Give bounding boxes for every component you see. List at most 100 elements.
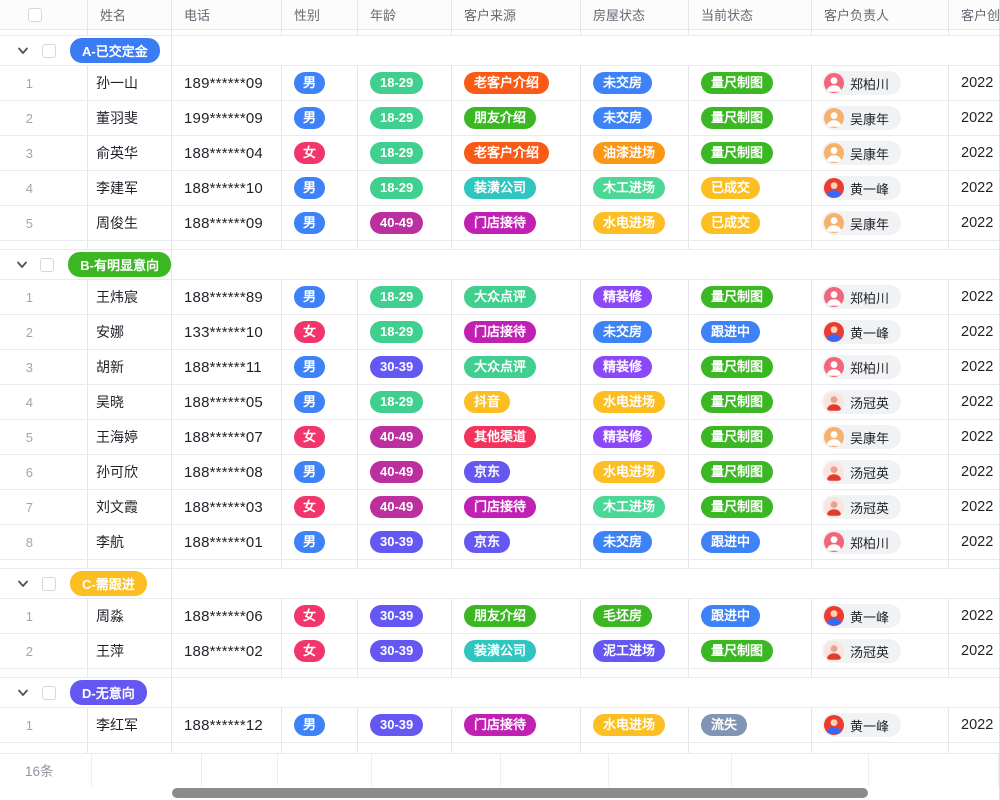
cell-created[interactable]: 2022 — [949, 385, 1000, 419]
cell-current-status[interactable]: 量尺制图 — [689, 634, 812, 668]
cell-name[interactable]: 董羽斐 — [88, 101, 172, 135]
cell-phone[interactable]: 188******12 — [172, 708, 282, 742]
cell-source[interactable]: 装潢公司 — [452, 634, 581, 668]
cell-name[interactable]: 李建军 — [88, 171, 172, 205]
cell-owner[interactable]: 黄一峰 — [812, 171, 949, 205]
cell-gender[interactable]: 男 — [282, 101, 358, 135]
group-checkbox[interactable] — [42, 686, 56, 700]
cell-phone[interactable]: 188******08 — [172, 455, 282, 489]
header-cell-gender[interactable]: 性别 — [282, 0, 358, 29]
cell-gender[interactable]: 女 — [282, 490, 358, 524]
cell-gender[interactable]: 女 — [282, 420, 358, 454]
cell-phone[interactable]: 188******09 — [172, 206, 282, 240]
cell-house-status[interactable]: 泥工进场 — [581, 634, 689, 668]
chevron-down-icon[interactable] — [16, 258, 28, 272]
cell-house-status[interactable]: 水电进场 — [581, 455, 689, 489]
cell-age[interactable]: 40-49 — [358, 206, 452, 240]
cell-source[interactable]: 门店接待 — [452, 708, 581, 742]
cell-owner[interactable]: 黄一峰 — [812, 708, 949, 742]
cell-current-status[interactable]: 量尺制图 — [689, 280, 812, 314]
cell-owner[interactable]: 吴康年 — [812, 101, 949, 135]
cell-gender[interactable]: 女 — [282, 599, 358, 633]
cell-created[interactable]: 2022 — [949, 350, 1000, 384]
cell-created[interactable]: 2022 — [949, 525, 1000, 559]
cell-owner[interactable]: 汤冠英 — [812, 634, 949, 668]
cell-current-status[interactable]: 已成交 — [689, 206, 812, 240]
cell-name[interactable]: 吴晓 — [88, 385, 172, 419]
cell-source[interactable]: 门店接待 — [452, 315, 581, 349]
cell-phone[interactable]: 188******06 — [172, 599, 282, 633]
cell-house-status[interactable]: 木工进场 — [581, 171, 689, 205]
cell-source[interactable]: 装潢公司 — [452, 171, 581, 205]
chevron-down-icon[interactable] — [16, 577, 30, 591]
cell-created[interactable]: 2022 — [949, 136, 1000, 170]
cell-current-status[interactable]: 已成交 — [689, 171, 812, 205]
cell-name[interactable]: 周俊生 — [88, 206, 172, 240]
cell-name[interactable]: 王萍 — [88, 634, 172, 668]
cell-name[interactable]: 胡新 — [88, 350, 172, 384]
header-cell-name[interactable]: 姓名 — [88, 0, 172, 29]
cell-house-status[interactable]: 未交房 — [581, 101, 689, 135]
cell-source[interactable]: 抖音 — [452, 385, 581, 419]
cell-source[interactable]: 其他渠道 — [452, 420, 581, 454]
cell-current-status[interactable]: 跟进中 — [689, 315, 812, 349]
cell-name[interactable]: 李红军 — [88, 708, 172, 742]
cell-age[interactable]: 40-49 — [358, 420, 452, 454]
cell-age[interactable]: 18-29 — [358, 101, 452, 135]
cell-source[interactable]: 大众点评 — [452, 350, 581, 384]
cell-phone[interactable]: 188******03 — [172, 490, 282, 524]
group-checkbox[interactable] — [40, 258, 54, 272]
cell-current-status[interactable]: 跟进中 — [689, 599, 812, 633]
cell-created[interactable]: 2022 — [949, 66, 1000, 100]
cell-current-status[interactable]: 量尺制图 — [689, 490, 812, 524]
cell-phone[interactable]: 133******10 — [172, 315, 282, 349]
cell-created[interactable]: 2022 — [949, 280, 1000, 314]
cell-phone[interactable]: 188******10 — [172, 171, 282, 205]
cell-current-status[interactable]: 量尺制图 — [689, 350, 812, 384]
cell-age[interactable]: 40-49 — [358, 490, 452, 524]
cell-phone[interactable]: 188******05 — [172, 385, 282, 419]
cell-age[interactable]: 18-29 — [358, 385, 452, 419]
cell-created[interactable]: 2022 — [949, 634, 1000, 668]
cell-name[interactable]: 安娜 — [88, 315, 172, 349]
cell-gender[interactable]: 男 — [282, 455, 358, 489]
cell-source[interactable]: 大众点评 — [452, 280, 581, 314]
cell-age[interactable]: 18-29 — [358, 315, 452, 349]
cell-age[interactable]: 30-39 — [358, 350, 452, 384]
cell-age[interactable]: 30-39 — [358, 525, 452, 559]
cell-gender[interactable]: 男 — [282, 350, 358, 384]
cell-house-status[interactable]: 精装修 — [581, 280, 689, 314]
cell-name[interactable]: 王海婷 — [88, 420, 172, 454]
cell-gender[interactable]: 男 — [282, 171, 358, 205]
cell-phone[interactable]: 188******04 — [172, 136, 282, 170]
cell-owner[interactable]: 黄一峰 — [812, 599, 949, 633]
cell-created[interactable]: 2022 — [949, 315, 1000, 349]
cell-source[interactable]: 朋友介绍 — [452, 101, 581, 135]
chevron-down-icon[interactable] — [16, 44, 30, 58]
cell-owner[interactable]: 郑柏川 — [812, 280, 949, 314]
cell-owner[interactable]: 吴康年 — [812, 420, 949, 454]
group-checkbox[interactable] — [42, 44, 56, 58]
cell-owner[interactable]: 汤冠英 — [812, 385, 949, 419]
cell-created[interactable]: 2022 — [949, 101, 1000, 135]
horizontal-scrollbar[interactable] — [172, 788, 868, 798]
cell-current-status[interactable]: 量尺制图 — [689, 66, 812, 100]
cell-owner[interactable]: 郑柏川 — [812, 525, 949, 559]
cell-age[interactable]: 30-39 — [358, 708, 452, 742]
cell-created[interactable]: 2022 — [949, 206, 1000, 240]
cell-name[interactable]: 李航 — [88, 525, 172, 559]
cell-age[interactable]: 18-29 — [358, 66, 452, 100]
cell-source[interactable]: 门店接待 — [452, 206, 581, 240]
cell-age[interactable]: 30-39 — [358, 599, 452, 633]
cell-current-status[interactable]: 量尺制图 — [689, 420, 812, 454]
cell-phone[interactable]: 188******02 — [172, 634, 282, 668]
cell-owner[interactable]: 黄一峰 — [812, 315, 949, 349]
select-all-checkbox[interactable] — [28, 8, 42, 22]
cell-source[interactable]: 京东 — [452, 455, 581, 489]
group-checkbox[interactable] — [42, 577, 56, 591]
cell-house-status[interactable]: 精装修 — [581, 420, 689, 454]
cell-phone[interactable]: 189******09 — [172, 66, 282, 100]
cell-house-status[interactable]: 油漆进场 — [581, 136, 689, 170]
cell-phone[interactable]: 199******09 — [172, 101, 282, 135]
cell-current-status[interactable]: 跟进中 — [689, 525, 812, 559]
